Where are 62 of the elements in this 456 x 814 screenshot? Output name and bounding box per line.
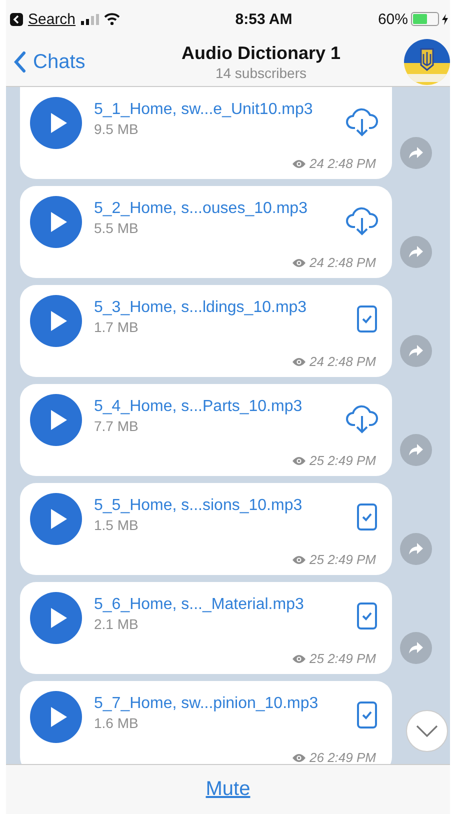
file-size: 1.5 MB	[94, 517, 140, 533]
views-icon	[292, 356, 306, 366]
forward-arrow-icon	[409, 444, 423, 456]
chevron-down-icon	[416, 725, 438, 737]
forward-arrow-icon	[409, 246, 423, 258]
back-button[interactable]: Chats	[14, 50, 134, 74]
play-button[interactable]	[30, 97, 82, 149]
file-name: 5_6_Home, s..._Material.mp3	[94, 596, 305, 614]
play-icon	[50, 409, 68, 431]
channel-title: Audio Dictionary 1	[180, 43, 342, 64]
wifi-icon	[104, 13, 120, 25]
file-name: 5_4_Home, s...Parts_10.mp3	[94, 398, 304, 416]
file-size: 1.6 MB	[94, 715, 140, 731]
file-name: 5_2_Home, s...ouses_10.mp3	[94, 200, 308, 218]
scroll-down-button[interactable]	[406, 710, 448, 752]
mute-link[interactable]: Mute	[206, 778, 250, 801]
views-icon	[292, 258, 306, 268]
play-icon	[50, 310, 68, 332]
forward-arrow-icon	[409, 543, 423, 555]
play-button[interactable]	[30, 691, 82, 743]
views-icon	[292, 158, 306, 168]
file-size: 5.5 MB	[94, 220, 140, 236]
subscriber-count: 14 subscribers	[214, 65, 308, 81]
message-meta: 25 2:49 PM	[310, 453, 376, 468]
message-meta: 24 2:48 PM	[310, 354, 376, 369]
play-icon	[50, 211, 68, 233]
file-size: 9.5 MB	[94, 121, 140, 137]
file-name: 5_1_Home, sw...e_Unit10.mp3	[94, 101, 314, 119]
play-icon	[50, 112, 68, 134]
battery-percent: 60%	[378, 10, 408, 28]
views-icon	[292, 654, 306, 664]
message-meta: 25 2:49 PM	[310, 651, 376, 666]
views-icon	[292, 554, 306, 564]
back-to-app-link[interactable]: Search	[28, 10, 76, 28]
forward-arrow-icon	[409, 642, 423, 654]
file-name: 5_5_Home, s...sions_10.mp3	[94, 497, 304, 515]
play-button[interactable]	[30, 592, 82, 644]
forward-arrow-icon	[409, 345, 423, 357]
message-meta: 25 2:49 PM	[310, 552, 376, 567]
message-meta: 24 2:48 PM	[310, 255, 376, 270]
play-icon	[50, 607, 68, 629]
views-icon	[292, 456, 306, 466]
file-size: 1.7 MB	[94, 319, 140, 335]
play-button[interactable]	[30, 295, 82, 347]
play-button[interactable]	[30, 493, 82, 545]
signal-icon	[80, 14, 99, 24]
file-size: 2.1 MB	[94, 616, 140, 632]
file-name: 5_7_Home, sw...pinion_10.mp3	[94, 695, 320, 713]
chevron-left-icon	[14, 51, 26, 73]
file-size: 7.7 MB	[94, 418, 140, 434]
message-meta: 26 2:49 PM	[310, 750, 376, 764]
forward-arrow-icon	[409, 147, 423, 159]
play-button[interactable]	[30, 196, 82, 248]
play-icon	[50, 706, 68, 728]
clock-text: 8:53 AM	[235, 10, 292, 28]
message-meta: 24 2:48 PM	[310, 156, 376, 171]
play-icon	[50, 508, 68, 530]
battery-icon	[411, 12, 439, 26]
channel-avatar[interactable]	[404, 39, 450, 85]
file-name: 5_3_Home, s...ldings_10.mp3	[94, 299, 308, 317]
play-button[interactable]	[30, 394, 82, 446]
charging-icon	[442, 14, 448, 24]
